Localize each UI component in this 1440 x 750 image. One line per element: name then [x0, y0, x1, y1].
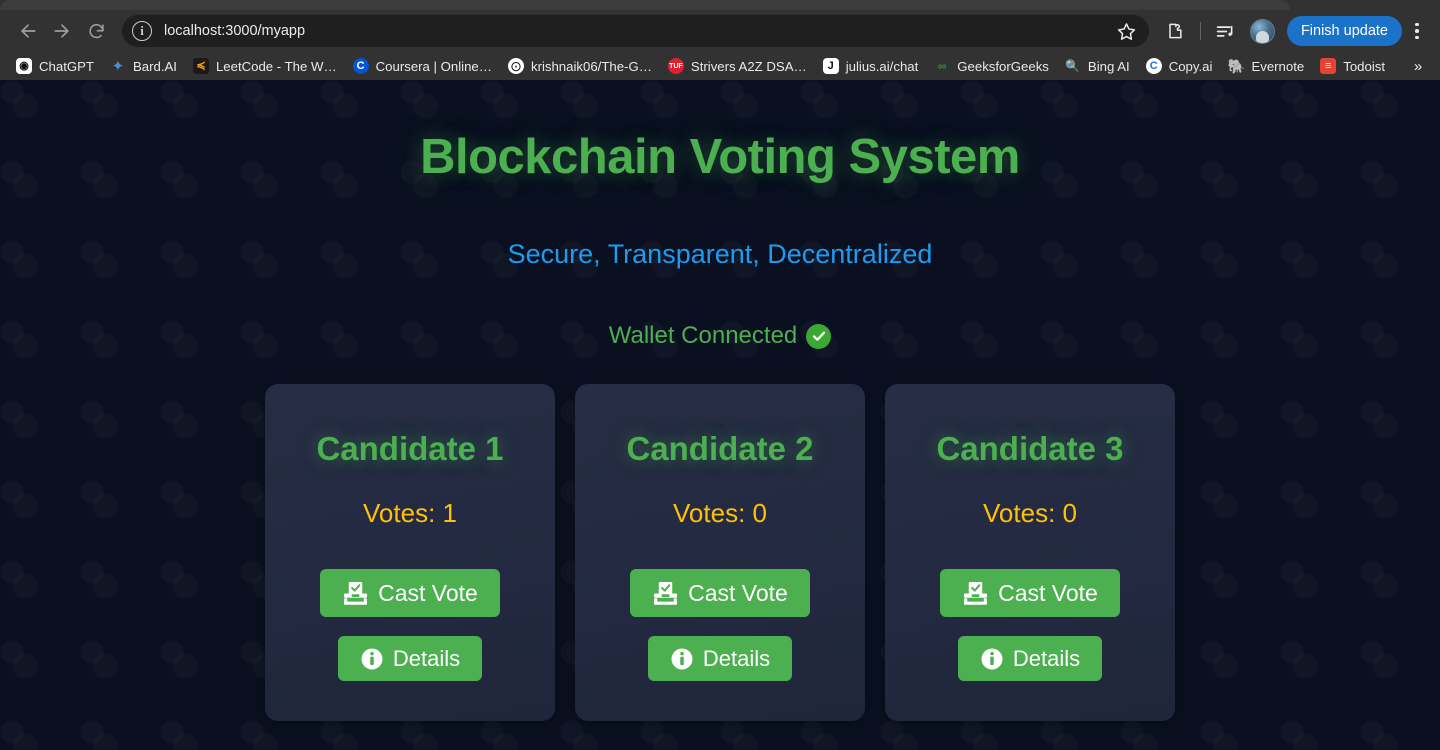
copyai-icon: C	[1145, 58, 1162, 74]
candidate-votes: Votes: 1	[363, 498, 457, 529]
takeuforward-icon: TUF	[667, 58, 684, 74]
info-circle-icon	[361, 648, 383, 670]
bookmarks-overflow-icon[interactable]: »	[1406, 54, 1430, 78]
candidate-card: Candidate 2 Votes: 0 Cast Vote Details	[575, 384, 865, 722]
bard-icon: ✦	[111, 58, 125, 74]
evernote-icon: 🐘	[1228, 58, 1245, 74]
chatgpt-icon: ◉	[16, 58, 32, 74]
media-playlist-icon[interactable]	[1210, 15, 1242, 47]
avatar[interactable]	[1249, 18, 1275, 44]
bookmark-label: ChatGPT	[39, 58, 94, 74]
browser-chrome: i localhost:3000/myapp Finish update ◉ C…	[0, 0, 1440, 80]
details-label: Details	[392, 645, 461, 671]
details-button[interactable]: Details	[647, 636, 793, 682]
candidate-card: Candidate 3 Votes: 0 Cast Vote Details	[885, 384, 1175, 722]
info-circle-icon	[981, 648, 1003, 670]
details-button[interactable]: Details	[337, 636, 483, 682]
reload-icon[interactable]	[80, 15, 112, 47]
site-info-icon[interactable]: i	[132, 21, 152, 41]
bookmark-label: GeeksforGeeks	[957, 58, 1049, 74]
bookmark-label: LeetCode - The W…	[215, 58, 337, 74]
cast-vote-label: Cast Vote	[378, 579, 478, 606]
leetcode-icon: ≼	[192, 58, 209, 74]
bookmark-strivers-a2z[interactable]: TUF Strivers A2Z DSA…	[660, 55, 815, 77]
github-icon: ⊙	[507, 58, 524, 74]
active-tab[interactable]	[0, 0, 1290, 10]
finish-update-button[interactable]: Finish update	[1286, 16, 1402, 46]
tab-strip	[0, 0, 1440, 10]
geeksforgeeks-icon: ∞	[938, 59, 947, 73]
bookmark-label: Bing AI	[1087, 58, 1130, 74]
url-text[interactable]: localhost:3000/myapp	[164, 23, 1113, 39]
cast-vote-button[interactable]: Cast Vote	[320, 569, 500, 618]
page-subtitle: Secure, Transparent, Decentralized	[507, 239, 933, 270]
ballot-box-check-icon	[344, 581, 368, 605]
bookmark-label: Todoist	[1343, 58, 1386, 74]
cast-vote-label: Cast Vote	[688, 579, 788, 606]
ballot-box-check-icon	[964, 581, 988, 605]
bookmark-github-repo[interactable]: ⊙ krishnaik06/The-G…	[500, 55, 660, 77]
bookmark-bing-ai[interactable]: 🔍 Bing AI	[1057, 55, 1138, 77]
toolbar-divider	[1199, 22, 1201, 40]
coursera-icon: C	[352, 58, 369, 74]
todoist-icon: ≡	[1320, 58, 1337, 74]
bookmark-label: Coursera | Online…	[375, 58, 492, 74]
candidate-name: Candidate 3	[936, 430, 1124, 468]
candidate-votes: Votes: 0	[673, 498, 767, 529]
extensions-icon[interactable]	[1159, 15, 1191, 47]
bookmark-label: Strivers A2Z DSA…	[690, 58, 807, 74]
candidate-cards: Candidate 1 Votes: 1 Cast Vote Details C…	[0, 384, 1440, 722]
bookmark-todoist[interactable]: ≡ Todoist	[1312, 55, 1393, 77]
cast-vote-button[interactable]: Cast Vote	[630, 569, 810, 618]
details-button[interactable]: Details	[957, 636, 1103, 682]
bookmark-julius-ai[interactable]: J julius.ai/chat	[815, 55, 927, 77]
app-page: Blockchain Voting System Secure, Transpa…	[0, 80, 1440, 750]
details-label: Details	[702, 645, 771, 671]
bookmarks-bar: ◉ ChatGPT ✦ Bard.AI ≼ LeetCode - The W… …	[0, 52, 1440, 80]
candidate-votes: Votes: 0	[983, 498, 1077, 529]
bookmark-chatgpt[interactable]: ◉ ChatGPT	[8, 55, 102, 77]
page-title: Blockchain Voting System	[420, 130, 1020, 184]
browser-menu-icon[interactable]	[1406, 15, 1428, 47]
address-bar[interactable]: i localhost:3000/myapp	[122, 15, 1149, 47]
bookmark-label: Bard.AI	[132, 58, 177, 74]
bookmark-label: julius.ai/chat	[845, 58, 919, 74]
cast-vote-button[interactable]: Cast Vote	[940, 569, 1120, 618]
candidate-name: Candidate 2	[626, 430, 814, 468]
back-icon[interactable]	[12, 15, 44, 47]
cast-vote-label: Cast Vote	[998, 579, 1098, 606]
bookmark-star-icon[interactable]	[1113, 17, 1141, 45]
wallet-status-label: Wallet Connected	[608, 322, 798, 350]
candidate-card: Candidate 1 Votes: 1 Cast Vote Details	[265, 384, 555, 722]
details-label: Details	[1012, 645, 1081, 671]
info-circle-icon	[671, 648, 693, 670]
bookmark-label: Evernote	[1251, 58, 1305, 74]
bookmark-geeksforgeeks[interactable]: ∞ GeeksforGeeks	[926, 55, 1057, 77]
candidate-name: Candidate 1	[316, 430, 504, 468]
check-circle-icon	[806, 323, 832, 349]
bookmark-copy-ai[interactable]: C Copy.ai	[1138, 55, 1221, 77]
wallet-status: Wallet Connected	[0, 322, 1440, 350]
bookmark-bard-ai[interactable]: ✦ Bard.AI	[102, 55, 185, 77]
bookmark-leetcode[interactable]: ≼ LeetCode - The W…	[185, 55, 345, 77]
bing-search-icon: 🔍	[1065, 59, 1081, 73]
ballot-box-check-icon	[654, 581, 678, 605]
bookmark-coursera[interactable]: C Coursera | Online…	[345, 55, 500, 77]
julius-icon: J	[822, 58, 839, 74]
bookmark-evernote[interactable]: 🐘 Evernote	[1220, 55, 1312, 77]
bookmark-label: krishnaik06/The-G…	[530, 58, 652, 74]
browser-toolbar: i localhost:3000/myapp Finish update	[0, 10, 1440, 52]
bookmark-label: Copy.ai	[1168, 58, 1213, 74]
forward-icon[interactable]	[46, 15, 78, 47]
